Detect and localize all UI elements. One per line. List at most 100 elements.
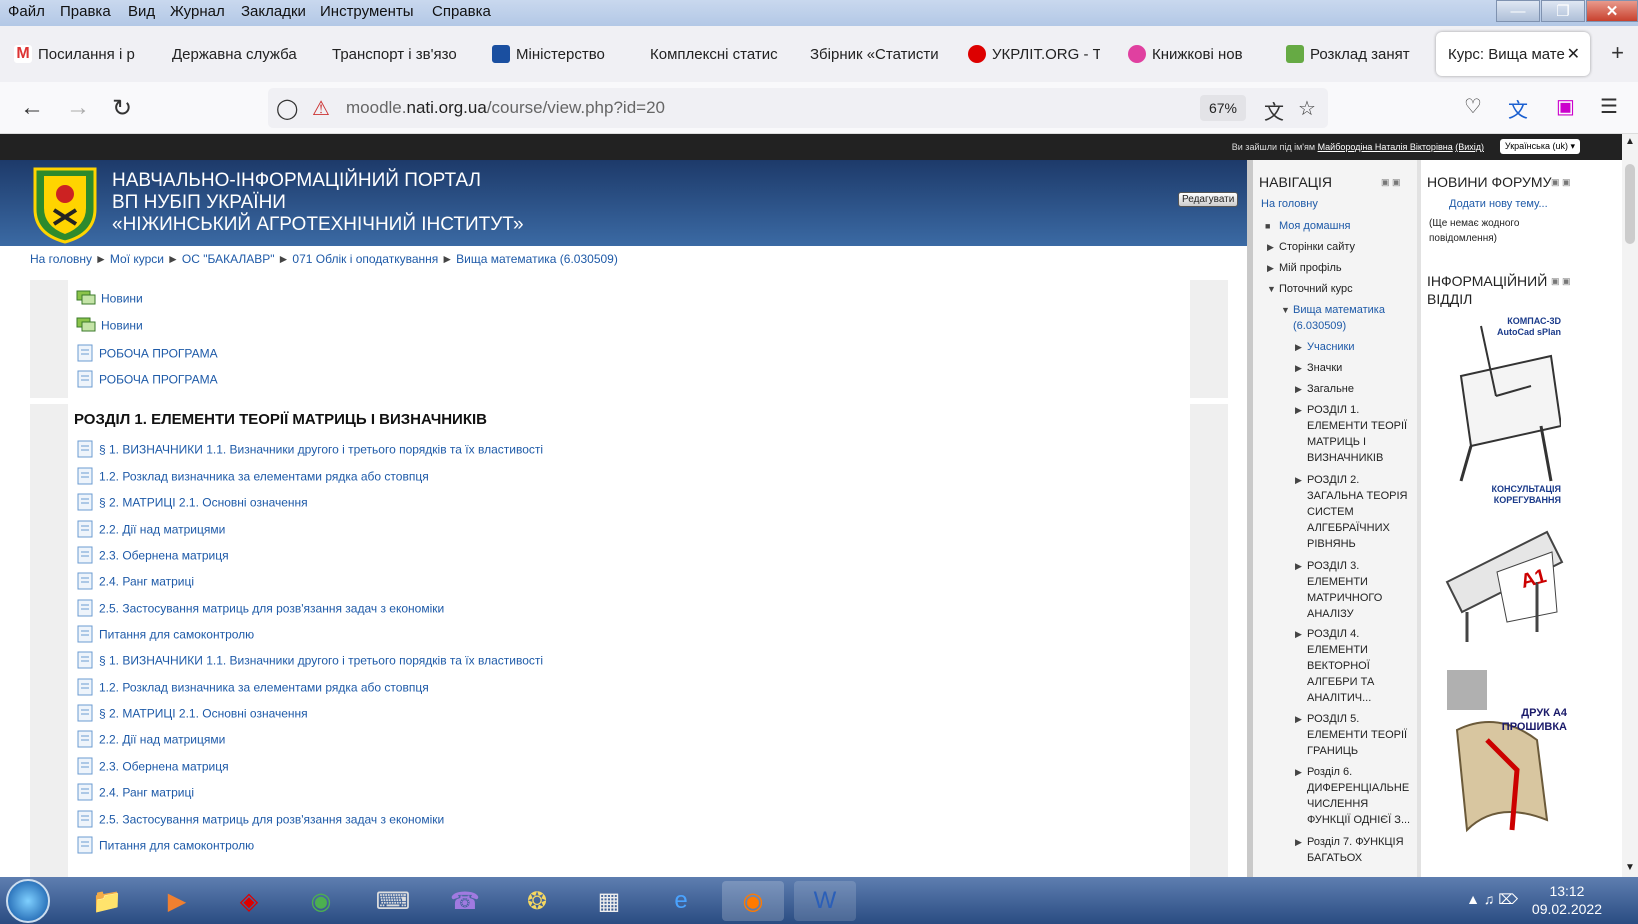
menu-file[interactable]: Файл [8,3,45,20]
file-explorer-icon[interactable]: 📁 [76,881,138,921]
insecure-lock-icon[interactable]: ⚠ [312,96,330,121]
address-bar[interactable]: ◯ ⚠ moodle.nati.org.ua/course/view.php?i… [268,88,1328,128]
pdf-reader-icon[interactable]: ◈ [218,881,280,921]
nav-general[interactable]: ▶ Загальне [1295,381,1354,397]
nav-section-6[interactable]: ▶ Розділ 6. ДИФЕРЕНЦІАЛЬНЕ ЧИСЛЕННЯ ФУНКЦ… [1295,764,1411,828]
logout-link[interactable]: (Вихід) [1455,142,1484,152]
menu-tools[interactable]: Инструменты [320,3,414,20]
edit-button[interactable]: Редагувати [1178,192,1239,207]
nav-section-5[interactable]: ▶ РОЗДІЛ 5. ЕЛЕМЕНТИ ТЕОРІЇ ГРАНИЦЬ [1295,711,1411,759]
language-select[interactable]: Українська (uk) ▾ [1499,139,1580,154]
viber-icon[interactable]: ☎ [434,881,496,921]
paint-icon[interactable]: ❂ [506,881,568,921]
activity-link[interactable]: Питання для самоконтролю [76,625,254,646]
nav-section-7[interactable]: ▶ Розділ 7. ФУНКЦІЯ БАГАТЬОХ [1295,834,1411,866]
nav-site-pages[interactable]: ▶ Сторінки сайту [1267,239,1355,255]
url-text[interactable]: moodle.nati.org.ua/course/view.php?id=20 [346,98,665,118]
breadcrumb-course[interactable]: Вища математика (6.030509) [456,252,618,266]
zoom-level[interactable]: 67% [1200,95,1246,121]
media-player-icon[interactable]: ▶ [146,881,208,921]
tab-transport[interactable]: Транспорт і зв'язо [332,40,462,68]
minimize-button[interactable]: — [1496,0,1540,22]
activity-link[interactable]: 2.4. Ранг матриці [76,783,194,804]
close-tab-icon[interactable]: ✕ [1567,44,1580,64]
system-tray[interactable]: ▲ ♫ ⌦ [1466,891,1518,908]
tab-zbirnyk[interactable]: Збірник «Статисти [810,40,942,68]
calculator-icon[interactable]: ▦ [578,881,640,921]
news-forum-link[interactable]: Новини [76,290,143,309]
user-name-link[interactable]: Майбородіна Наталія Вікторівна [1318,142,1453,152]
activity-link[interactable]: 2.5. Застосування матриць для розв'язанн… [76,810,444,831]
plotter-advert[interactable]: A1 [1437,522,1567,652]
firefox-icon[interactable]: ◉ [722,881,784,921]
pocket-icon[interactable]: ♡ [1464,94,1482,119]
nav-section-2[interactable]: ▶ РОЗДІЛ 2. ЗАГАЛЬНА ТЕОРІЯ СИСТЕМ АЛГЕБР… [1295,472,1411,552]
activity-link[interactable]: Питання для самоконтролю [76,836,254,857]
scroll-down-icon[interactable]: ▼ [1625,862,1635,873]
tab-course-active[interactable]: Курс: Вища мате ✕ [1436,32,1590,76]
menu-bookmarks[interactable]: Закладки [241,3,306,20]
work-program-link[interactable]: РОБОЧА ПРОГРАМА [76,344,218,365]
new-tab-button[interactable]: + [1611,40,1624,66]
back-icon[interactable]: ← [20,94,44,122]
nav-section-3[interactable]: ▶ РОЗДІЛ 3. ЕЛЕМЕНТИ МАТРИЧНОГО АНАЛІЗУ [1295,558,1411,622]
scroll-up-icon[interactable]: ▲ [1625,136,1635,147]
tab-ukrlit[interactable]: УКРЛІТ.ORG - Т [968,40,1100,68]
tab-ministry[interactable]: Міністерство [492,40,622,68]
nav-my-home[interactable]: ■ Моя домашня [1265,218,1351,234]
page-scrollbar[interactable]: ▲ ▼ [1622,134,1638,877]
tab-kompleksni[interactable]: Комплексні статис [650,40,782,68]
chrome-icon[interactable]: ◉ [290,881,352,921]
extension-badge-icon[interactable]: ▣ [1556,94,1575,119]
dock-icon[interactable]: ▣ ▣ [1551,177,1571,188]
menu-hamburger-icon[interactable]: ☰ [1600,94,1618,119]
activity-link[interactable]: 2.3. Обернена матриця [76,757,229,778]
forward-icon[interactable]: → [66,94,90,122]
dock-icon[interactable]: ▣ ▣ [1381,177,1401,188]
cad-advert[interactable]: КОМПАС-3D AutoCad sPlan КОНСУЛЬТАЦІЯ КОР… [1441,316,1563,506]
work-program-link[interactable]: РОБОЧА ПРОГРАМА [76,370,218,391]
tab-gmail[interactable]: M Посилання і р [14,40,144,68]
add-topic-link[interactable]: Додати нову тему... [1449,196,1548,212]
reload-icon[interactable]: ↻ [112,94,132,123]
nav-home[interactable]: На головну [1261,196,1318,212]
activity-link[interactable]: 2.2. Дії над матрицями [76,520,225,541]
activity-link[interactable]: § 1. ВИЗНАЧНИКИ 1.1. Визначники другого … [76,651,543,672]
activity-link[interactable]: 2.2. Дії над матрицями [76,730,225,751]
news-forum-link[interactable]: Новини [76,317,143,336]
menu-help[interactable]: Справка [432,3,491,20]
close-window-button[interactable]: ✕ [1586,0,1638,22]
restore-button[interactable]: ❐ [1541,0,1585,22]
breadcrumb-home[interactable]: На головну [30,252,92,266]
nav-current-course[interactable]: ▼ Поточний курс [1267,281,1353,297]
nav-section-4[interactable]: ▶ РОЗДІЛ 4. ЕЛЕМЕНТИ ВЕКТОРНОЇ АЛГЕБРИ ТА… [1295,626,1411,706]
tab-books[interactable]: Книжкові нов [1128,40,1258,68]
start-button[interactable] [6,879,50,923]
activity-link[interactable]: § 2. МАТРИЦІ 2.1. Основні означення [76,493,308,514]
breadcrumb-accounting[interactable]: 071 Облік і оподаткування [292,252,438,266]
nav-section-1[interactable]: ▶ РОЗДІЛ 1. ЕЛЕМЕНТИ ТЕОРІЇ МАТРИЦЬ І ВИЗ… [1295,402,1411,466]
tab-schedule[interactable]: Розклад занят [1286,40,1418,68]
word-icon[interactable]: W [794,881,856,921]
nav-my-profile[interactable]: ▶ Мій профіль [1267,260,1342,276]
activity-link[interactable]: 2.3. Обернена матриця [76,546,229,567]
activity-link[interactable]: 2.5. Застосування матриць для розв'язанн… [76,599,444,620]
breadcrumb-my-courses[interactable]: Мої курси [110,252,164,266]
nav-badges[interactable]: ▶ Значки [1295,360,1342,376]
bookmark-star-icon[interactable]: ☆ [1298,96,1316,121]
menu-edit[interactable]: Правка [60,3,111,20]
activity-link[interactable]: 2.4. Ранг матриці [76,572,194,593]
dock-icon[interactable]: ▣ ▣ [1551,276,1571,287]
breadcrumb-bachelor[interactable]: ОС "БАКАЛАВР" [182,252,275,266]
translator-extension-icon[interactable]: 文 [1508,94,1528,123]
activity-link[interactable]: 1.2. Розклад визначника за елементами ря… [76,678,429,699]
nav-course[interactable]: ▼ Вища математика (6.030509) [1281,302,1401,334]
print-advert[interactable]: ДРУК А4 ПРОШИВКА [1437,670,1567,835]
activity-link[interactable]: § 2. МАТРИЦІ 2.1. Основні означення [76,704,308,725]
nav-participants[interactable]: ▶ Учасники [1295,339,1355,355]
shield-icon[interactable]: ◯ [276,96,298,121]
menu-view[interactable]: Вид [128,3,155,20]
activity-link[interactable]: 1.2. Розклад визначника за елементами ря… [76,467,429,488]
tab-derzhavna[interactable]: Державна служба [172,40,302,68]
keyboard-icon[interactable]: ⌨ [362,881,424,921]
